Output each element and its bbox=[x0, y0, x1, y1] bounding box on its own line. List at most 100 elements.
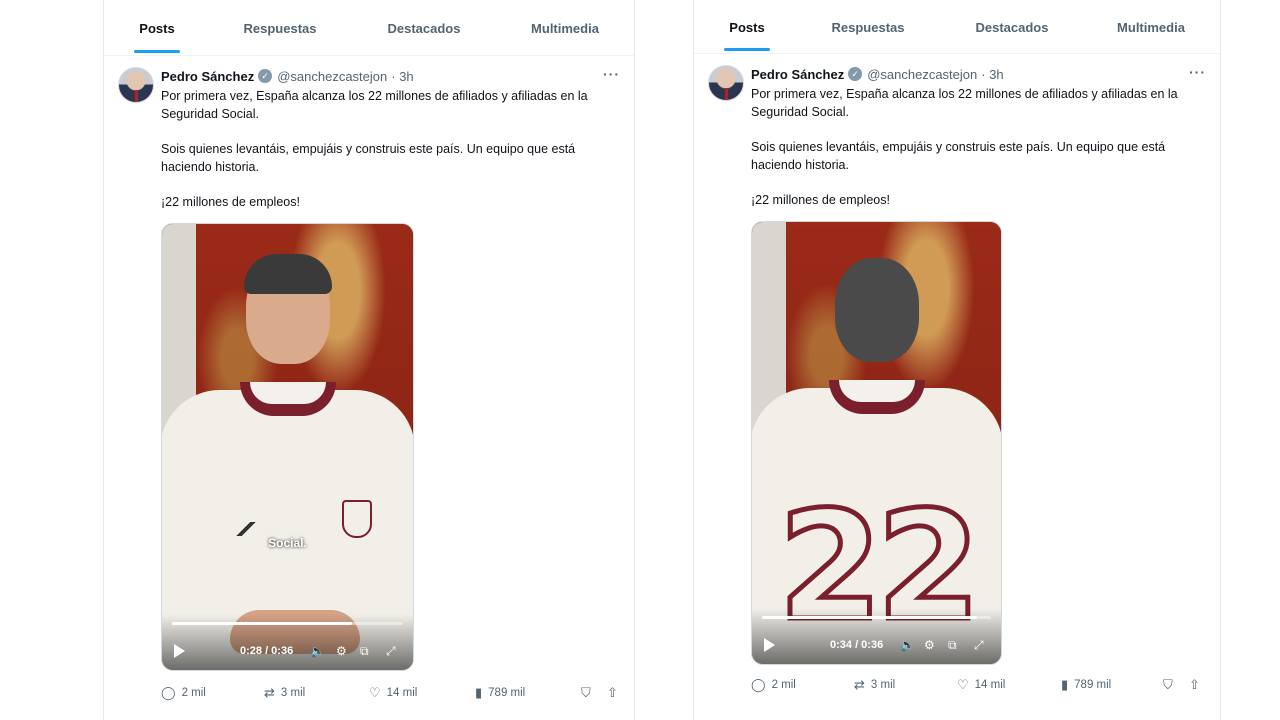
tab-respuestas-label: Respuestas bbox=[831, 19, 905, 35]
pip-icon[interactable]: ⧉ bbox=[948, 638, 957, 652]
views-button[interactable]: ▮ 789 mil bbox=[475, 685, 525, 701]
tab-destacados[interactable]: Destacados bbox=[962, 0, 1062, 54]
avatar[interactable] bbox=[708, 65, 744, 101]
video-controls: 0:34 / 0:36 🔈 ⚙ ⧉ ⤢ bbox=[752, 608, 1001, 664]
tweet[interactable]: Pedro Sánchez ✓ @sanchezcastejon · 3h ··… bbox=[694, 55, 1220, 720]
like-count: 14 mil bbox=[386, 687, 418, 699]
settings-icon[interactable]: ⚙ bbox=[924, 638, 935, 652]
video-progress-bar[interactable] bbox=[172, 622, 403, 625]
views-icon: ▮ bbox=[475, 685, 483, 700]
like-icon: ♡ bbox=[957, 677, 969, 692]
play-icon[interactable] bbox=[764, 638, 775, 652]
fullscreen-icon[interactable]: ⤢ bbox=[386, 644, 396, 658]
tab-respuestas[interactable]: Respuestas bbox=[820, 0, 916, 54]
video-time: 0:34 / 0:36 bbox=[830, 639, 884, 651]
volume-icon[interactable]: 🔈 bbox=[900, 638, 915, 652]
video-controls: 0:28 / 0:36 🔈 ⚙ ⧉ ⤢ bbox=[162, 614, 413, 670]
subject-head bbox=[834, 258, 919, 362]
profile-tabs: Posts Respuestas Destacados Multimedia bbox=[694, 0, 1220, 54]
tweet-time[interactable]: · 3h bbox=[981, 67, 1003, 82]
video-progress-fill bbox=[762, 616, 978, 619]
tab-respuestas-label: Respuestas bbox=[243, 20, 317, 36]
repost-button[interactable]: ⇄ 3 mil bbox=[854, 677, 895, 693]
reply-icon: ◯ bbox=[161, 685, 176, 700]
video-progress-bar[interactable] bbox=[762, 616, 991, 619]
like-icon: ♡ bbox=[369, 685, 381, 700]
bookmark-button[interactable]: ⛉ bbox=[1163, 677, 1173, 693]
video-caption: Social. bbox=[268, 536, 307, 550]
tweet-header: Pedro Sánchez ✓ @sanchezcastejon · 3h ··… bbox=[161, 66, 620, 86]
author-name[interactable]: Pedro Sánchez bbox=[751, 67, 844, 82]
reply-count: 2 mil bbox=[771, 679, 796, 691]
tab-posts[interactable]: Posts bbox=[118, 0, 196, 56]
tweet-paragraph: ¡22 millones de empleos! bbox=[161, 195, 300, 209]
share-icon: ⇧ bbox=[1189, 677, 1200, 692]
settings-icon[interactable]: ⚙ bbox=[336, 644, 347, 658]
author-handle[interactable]: @sanchezcastejon bbox=[277, 69, 387, 84]
jersey-brand-logo bbox=[236, 522, 258, 536]
tab-multimedia-label: Multimedia bbox=[1117, 19, 1185, 35]
repost-icon: ⇄ bbox=[264, 685, 275, 700]
reply-count: 2 mil bbox=[181, 687, 206, 699]
tweet-paragraph: ¡22 millones de empleos! bbox=[751, 193, 890, 207]
jersey-crest bbox=[342, 500, 372, 538]
tab-destacados-label: Destacados bbox=[975, 19, 1049, 35]
reply-icon: ◯ bbox=[751, 677, 766, 692]
reply-button[interactable]: ◯ 2 mil bbox=[161, 685, 206, 701]
share-icon: ⇧ bbox=[607, 685, 618, 700]
share-button[interactable]: ⇧ bbox=[1189, 677, 1200, 693]
like-button[interactable]: ♡ 14 mil bbox=[957, 677, 1005, 693]
tab-respuestas[interactable]: Respuestas bbox=[232, 0, 328, 56]
reply-button[interactable]: ◯ 2 mil bbox=[751, 677, 796, 693]
tweet-paragraph: Por primera vez, España alcanza los 22 m… bbox=[751, 87, 1178, 119]
volume-icon[interactable]: 🔈 bbox=[310, 644, 325, 658]
video-player[interactable]: Social. 0:28 / 0:36 🔈 ⚙ ⧉ ⤢ bbox=[161, 223, 414, 671]
share-button[interactable]: ⇧ bbox=[607, 685, 618, 701]
video-time: 0:28 / 0:36 bbox=[240, 645, 294, 657]
play-icon[interactable] bbox=[174, 644, 185, 658]
more-icon[interactable]: ··· bbox=[603, 66, 620, 82]
profile-column-right: Posts Respuestas Destacados Multimedia P… bbox=[693, 0, 1221, 720]
more-icon[interactable]: ··· bbox=[1189, 64, 1206, 80]
tweet-time[interactable]: · 3h bbox=[391, 69, 413, 84]
bookmark-icon: ⛉ bbox=[1163, 677, 1173, 692]
repost-button[interactable]: ⇄ 3 mil bbox=[264, 685, 305, 701]
fullscreen-icon[interactable]: ⤢ bbox=[974, 638, 984, 652]
tab-multimedia-label: Multimedia bbox=[531, 20, 599, 36]
tweet-paragraph: Sois quienes levantáis, empujáis y const… bbox=[161, 142, 576, 174]
tab-multimedia[interactable]: Multimedia bbox=[518, 0, 612, 56]
views-count: 789 mil bbox=[1074, 679, 1112, 691]
profile-tabs: Posts Respuestas Destacados Multimedia bbox=[104, 0, 634, 56]
tweet[interactable]: Pedro Sánchez ✓ @sanchezcastejon · 3h ··… bbox=[104, 57, 634, 720]
avatar[interactable] bbox=[118, 67, 154, 103]
like-button[interactable]: ♡ 14 mil bbox=[369, 685, 417, 701]
subject-hair bbox=[243, 254, 332, 294]
tab-posts[interactable]: Posts bbox=[708, 0, 786, 54]
author-handle[interactable]: @sanchezcastejon bbox=[867, 67, 977, 82]
tweet-header: Pedro Sánchez ✓ @sanchezcastejon · 3h ··… bbox=[751, 64, 1206, 84]
tweet-actions: ◯ 2 mil ⇄ 3 mil ♡ 14 mil ▮ 789 mil ⛉ ⇧ bbox=[751, 677, 1206, 697]
repost-count: 3 mil bbox=[280, 687, 306, 699]
bookmark-button[interactable]: ⛉ bbox=[581, 685, 591, 701]
views-count: 789 mil bbox=[488, 687, 526, 699]
author-name[interactable]: Pedro Sánchez bbox=[161, 69, 254, 84]
video-subject-front bbox=[162, 254, 413, 670]
profile-column-left: Posts Respuestas Destacados Multimedia P… bbox=[103, 0, 635, 720]
pip-icon[interactable]: ⧉ bbox=[360, 644, 369, 658]
tab-multimedia[interactable]: Multimedia bbox=[1104, 0, 1198, 54]
tweet-text: Por primera vez, España alcanza los 22 m… bbox=[751, 86, 1206, 210]
tab-active-indicator bbox=[134, 50, 180, 53]
tweet-paragraph: Por primera vez, España alcanza los 22 m… bbox=[161, 89, 588, 121]
views-icon: ▮ bbox=[1061, 677, 1069, 692]
tab-posts-label: Posts bbox=[729, 19, 765, 35]
like-count: 14 mil bbox=[974, 679, 1006, 691]
views-button[interactable]: ▮ 789 mil bbox=[1061, 677, 1111, 693]
tab-destacados[interactable]: Destacados bbox=[374, 0, 474, 56]
tab-destacados-label: Destacados bbox=[387, 20, 461, 36]
repost-icon: ⇄ bbox=[854, 677, 865, 692]
bookmark-icon: ⛉ bbox=[581, 685, 591, 700]
video-player[interactable]: 22 0:34 / 0:36 🔈 ⚙ ⧉ ⤢ bbox=[751, 221, 1002, 665]
verified-badge-icon: ✓ bbox=[848, 67, 863, 81]
verified-badge-icon: ✓ bbox=[258, 69, 273, 83]
tab-active-indicator bbox=[724, 48, 770, 51]
